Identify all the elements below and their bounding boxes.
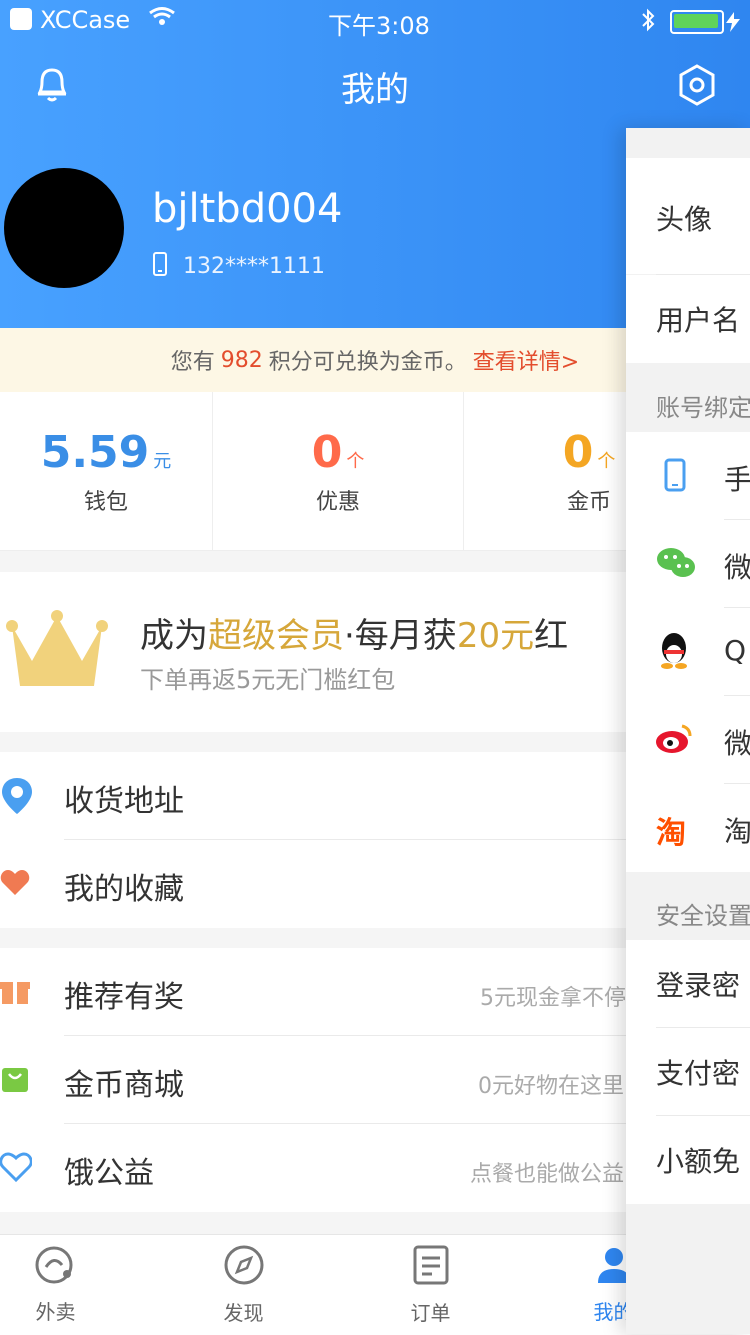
small-amount-free-row[interactable]: 小额免 — [626, 1116, 750, 1204]
panel-bind-group: 手 微 Q 微 淘 淘 — [626, 432, 750, 872]
username: bjltbd004 — [152, 186, 343, 232]
back-app-icon[interactable] — [10, 8, 32, 30]
battery-icon — [670, 10, 724, 34]
heart-icon — [0, 868, 30, 900]
login-password-label: 登录密 — [656, 969, 741, 1002]
bind-qq-label: Q — [724, 634, 747, 667]
charging-icon — [726, 10, 740, 38]
coins-value: 0 — [562, 426, 594, 478]
promo-suffix: 红 — [534, 616, 569, 656]
address-title: 收货地址 — [64, 784, 184, 819]
panel-security-section-title: 安全设置 — [656, 902, 750, 930]
bluetooth-icon — [640, 8, 656, 38]
location-icon — [0, 776, 34, 820]
points-prefix: 您有 — [170, 350, 215, 375]
settings-icon[interactable] — [676, 64, 718, 110]
bind-phone-label: 手 — [724, 463, 750, 496]
panel-username-label: 用户名 — [656, 304, 741, 337]
bind-qq-row[interactable]: Q — [626, 608, 750, 696]
avatar[interactable] — [4, 168, 124, 288]
promo-highlight: 超级会员 — [208, 616, 344, 656]
promo-prefix: 成为 — [140, 616, 208, 656]
login-password-row[interactable]: 登录密 — [626, 940, 750, 1028]
tab-discover-label: 发现 — [223, 1301, 264, 1325]
phone-icon — [152, 252, 168, 282]
bind-wechat-label: 微 — [724, 551, 750, 584]
panel-username-row[interactable]: 用户名 — [626, 275, 750, 363]
coin-mall-title: 金币商城 — [64, 1068, 184, 1103]
tab-orders[interactable]: 订单 — [337, 1235, 524, 1335]
coins-unit: 个 — [597, 450, 616, 472]
favorites-title: 我的收藏 — [64, 872, 184, 907]
wallet-label: 钱包 — [83, 489, 128, 515]
promo-subtitle: 下单再返5元无门槛红包 — [140, 666, 396, 694]
phone-row: 132****1111 — [152, 252, 325, 282]
coupons-label: 优惠 — [315, 489, 360, 515]
wallet-value: 5.59 — [40, 426, 150, 478]
points-details-link[interactable]: 查看详情> — [473, 344, 579, 376]
charity-heart-icon — [0, 1152, 33, 1186]
shopping-bag-icon — [0, 1062, 30, 1098]
page-title: 我的 — [341, 70, 409, 110]
bind-taobao-label: 淘 — [724, 815, 750, 848]
tab-discover[interactable]: 发现 — [150, 1235, 337, 1335]
promo-title: 成为超级会员·每月获20元红 — [140, 608, 568, 657]
points-suffix: 积分可兑换为金币。 — [268, 350, 467, 375]
panel-avatar-label: 头像 — [656, 203, 713, 236]
referral-title: 推荐有奖 — [64, 980, 184, 1015]
bind-wechat-row[interactable]: 微 — [626, 520, 750, 608]
qq-icon — [658, 630, 690, 674]
tab-orders-label: 订单 — [410, 1301, 451, 1325]
weibo-icon — [654, 720, 694, 760]
status-bar: XCCase 下午3:08 — [0, 0, 750, 40]
phone-number: 132****1111 — [183, 254, 325, 279]
wifi-icon — [148, 4, 176, 34]
wallet-stat[interactable]: 5.59 元 钱包 — [0, 392, 212, 550]
panel-avatar-row[interactable]: 头像 — [626, 158, 750, 274]
wallet-unit: 元 — [153, 450, 172, 472]
pay-password-row[interactable]: 支付密 — [626, 1028, 750, 1116]
wechat-icon — [656, 546, 696, 584]
small-amount-free-label: 小额免 — [656, 1145, 741, 1178]
tab-takeout-label: 外卖 — [35, 1300, 76, 1324]
bind-weibo-row[interactable]: 微 — [626, 696, 750, 784]
charity-subtitle: 点餐也能做公益 — [470, 1162, 625, 1187]
takeout-icon — [34, 1245, 78, 1290]
coupons-unit: 个 — [346, 450, 365, 472]
coin-mall-subtitle: 0元好物在这里 — [478, 1074, 624, 1099]
tab-takeout[interactable]: 外卖 — [0, 1235, 149, 1335]
bind-taobao-row[interactable]: 淘 淘 — [626, 784, 750, 872]
coupons-value: 0 — [311, 426, 343, 478]
points-value: 982 — [220, 347, 263, 373]
coins-label: 金币 — [566, 489, 611, 515]
panel-security-group: 登录密 支付密 小额免 — [626, 940, 750, 1204]
crown-icon — [2, 606, 112, 700]
mobile-icon — [664, 458, 686, 496]
navigation-bar: 我的 — [0, 40, 750, 128]
bind-phone-row[interactable]: 手 — [626, 432, 750, 520]
taobao-icon: 淘 — [656, 816, 686, 851]
gift-icon — [0, 976, 30, 1010]
promo-amount: 20元 — [456, 616, 535, 656]
charity-title: 饿公益 — [64, 1156, 154, 1191]
orders-icon — [412, 1244, 450, 1291]
settings-side-panel: 头像 用户名 账号绑定 手 微 Q 微 淘 淘 安全设置 登录密 支付密 小额免 — [626, 128, 750, 1334]
pay-password-label: 支付密 — [656, 1057, 741, 1090]
panel-bind-section-title: 账号绑定 — [656, 394, 750, 422]
coupons-stat[interactable]: 0个 优惠 — [213, 392, 463, 550]
compass-icon — [223, 1244, 265, 1291]
time: 下午3:08 — [328, 12, 430, 40]
referral-subtitle: 5元现金拿不停 — [480, 986, 626, 1011]
carrier-name: XCCase — [40, 6, 131, 34]
promo-middle: ·每月获 — [344, 616, 457, 656]
bind-weibo-label: 微 — [724, 727, 750, 760]
